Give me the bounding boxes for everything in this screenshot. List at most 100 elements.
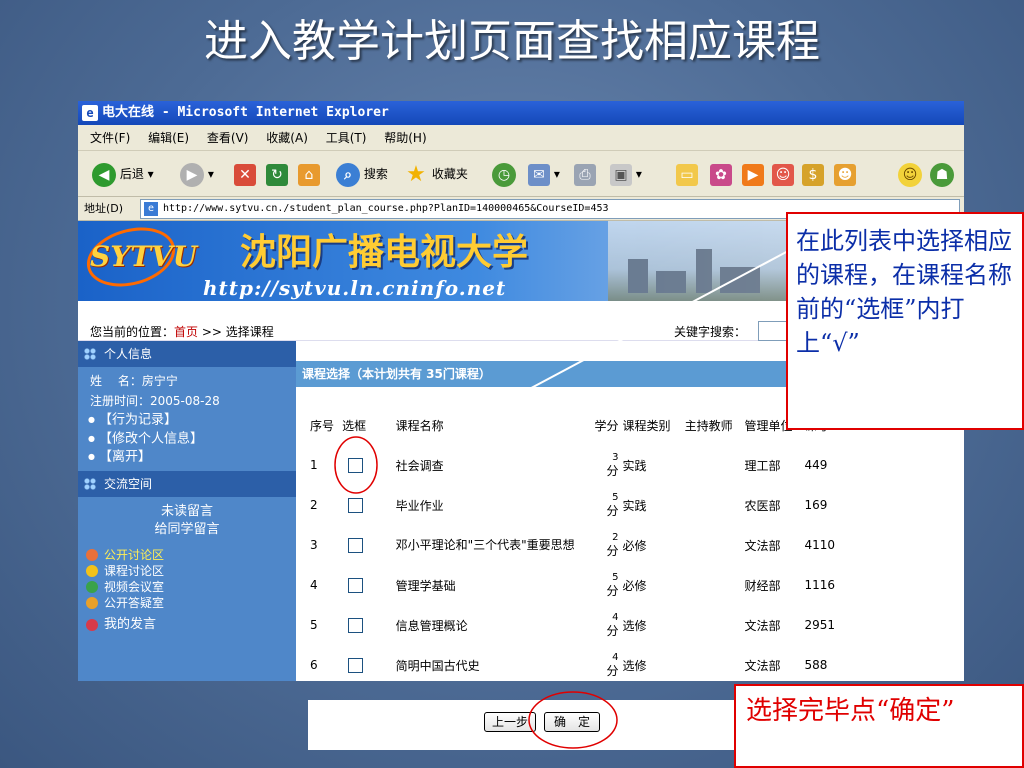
university-name: 沈阳广播电视大学 bbox=[240, 232, 529, 273]
course-dept: 文法部 bbox=[744, 658, 781, 673]
course-checkbox[interactable] bbox=[348, 457, 364, 473]
course-teacher bbox=[683, 525, 743, 565]
course-code: 169 bbox=[804, 498, 828, 512]
user-name: 姓 名：房宁宁 bbox=[90, 374, 178, 388]
table-row: 1 社会调查 3分 实践 理工部 449 bbox=[308, 445, 856, 485]
stop-button[interactable]: ✕ bbox=[234, 159, 256, 189]
folder-icon: ▭ bbox=[676, 163, 698, 186]
course-checkbox[interactable] bbox=[348, 497, 364, 513]
callout-confirm: 选择完毕点“确定” bbox=[734, 684, 1024, 768]
course-name: 邓小平理论和"三个代表"重要思想 bbox=[395, 537, 575, 552]
credit-value: 5 bbox=[612, 572, 619, 583]
row-no: 4 bbox=[310, 578, 318, 592]
unread-messages[interactable]: 未读留言 bbox=[78, 503, 296, 521]
my-posts[interactable]: 我的发言 bbox=[78, 617, 296, 633]
course-code: 449 bbox=[804, 458, 828, 472]
print-button[interactable]: ⎙ bbox=[574, 159, 596, 189]
forum-public-discussion[interactable]: 公开讨论区 bbox=[78, 547, 296, 563]
breadcrumb-home[interactable]: 首页 bbox=[174, 325, 198, 339]
forward-button[interactable]: ▶ ▾ bbox=[180, 159, 214, 189]
print-icon: ⎙ bbox=[574, 163, 596, 186]
course-table-area: 序号 选框 课程名称 学分 课程类别 主持教师 管理单位 课号 1 社会调查 3… bbox=[296, 387, 864, 681]
row-no: 5 bbox=[310, 618, 318, 632]
header-credit: 学分 bbox=[594, 418, 619, 433]
course-checkbox[interactable] bbox=[348, 617, 364, 633]
menu-tools[interactable]: 工具(T) bbox=[326, 131, 367, 145]
table-row: 3 邓小平理论和"三个代表"重要思想 2分 必修 文法部 4110 bbox=[308, 525, 856, 565]
course-dept: 财经部 bbox=[744, 578, 781, 593]
mail-button[interactable]: ✉ ▾ bbox=[528, 159, 560, 189]
forum-public-qa[interactable]: 公开答疑室 bbox=[78, 595, 296, 611]
course-checkbox[interactable] bbox=[348, 657, 364, 673]
row-no: 6 bbox=[310, 658, 318, 672]
chat-button[interactable]: ☺ bbox=[772, 159, 794, 189]
credit-value: 4 bbox=[612, 652, 619, 663]
window-title: 电大在线 - Microsoft Internet Explorer bbox=[102, 105, 389, 120]
money-button[interactable]: $ bbox=[802, 159, 824, 189]
table-row: 5 信息管理概论 4分 选修 文法部 2951 bbox=[308, 605, 856, 645]
menu-file[interactable]: 文件(F) bbox=[90, 131, 130, 145]
course-teacher bbox=[683, 485, 743, 525]
pet-button[interactable]: ☻ bbox=[834, 159, 856, 189]
menu-help[interactable]: 帮助(H) bbox=[384, 131, 426, 145]
course-code: 4110 bbox=[804, 538, 836, 552]
course-teacher bbox=[683, 445, 743, 485]
refresh-icon: ↻ bbox=[266, 163, 288, 186]
header-course-name: 课程名称 bbox=[395, 418, 444, 433]
register-date: 注册时间：2005-08-28 bbox=[90, 394, 220, 408]
edit-icon: ▣ bbox=[610, 163, 632, 186]
toolbar: ◀ 后退 ▾ ▶ ▾ ✕ ↻ ⌂ ⌕ 搜索 ★ 收藏夹 ◷ ✉ ▾ ⎙ ▣ ▾ … bbox=[78, 151, 964, 197]
credit-value: 4 bbox=[612, 612, 619, 623]
history-button[interactable]: ◷ bbox=[492, 159, 516, 189]
edit-button[interactable]: ▣ ▾ bbox=[610, 159, 642, 189]
breadcrumb: 您当前的位置：首页 >> 选择课程 bbox=[90, 325, 274, 339]
row-no: 2 bbox=[310, 498, 318, 512]
prev-step-button[interactable]: 上一步 bbox=[484, 712, 536, 732]
confirm-button[interactable]: 确 定 bbox=[544, 712, 600, 732]
favorites-button[interactable]: ★ 收藏夹 bbox=[404, 159, 468, 189]
slide-title: 进入教学计划页面查找相应课程 bbox=[204, 16, 820, 67]
sidebar: 个人信息 姓 名：房宁宁 注册时间：2005-08-28 【行为记录】 【修改个… bbox=[78, 341, 296, 681]
forum-course-discussion[interactable]: 课程讨论区 bbox=[78, 563, 296, 579]
address-label: 地址(D) bbox=[84, 202, 124, 215]
window-titlebar: e 电大在线 - Microsoft Internet Explorer bbox=[78, 101, 964, 125]
qa-icon bbox=[86, 596, 98, 609]
users-icon: ☗ bbox=[930, 162, 954, 187]
link-logout[interactable]: 【离开】 bbox=[78, 448, 296, 467]
leave-message[interactable]: 给同学留言 bbox=[78, 521, 296, 539]
back-arrow-icon: ◀ bbox=[92, 162, 116, 187]
messenger-button[interactable]: ✿ bbox=[710, 159, 732, 189]
smiley-button[interactable]: ☺ bbox=[898, 159, 922, 189]
forum-video-conference[interactable]: 视频会议室 bbox=[78, 579, 296, 595]
course-type: 选修 bbox=[622, 618, 647, 633]
course-name: 信息管理概论 bbox=[395, 618, 468, 633]
home-button[interactable]: ⌂ bbox=[298, 159, 320, 189]
refresh-button[interactable]: ↻ bbox=[266, 159, 288, 189]
menu-view[interactable]: 查看(V) bbox=[207, 131, 249, 145]
course-code: 1116 bbox=[804, 578, 836, 592]
back-button[interactable]: ◀ 后退 ▾ bbox=[92, 159, 154, 189]
course-dept: 理工部 bbox=[744, 458, 781, 473]
course-code: 2951 bbox=[804, 618, 836, 632]
link-behavior-record[interactable]: 【行为记录】 bbox=[78, 411, 296, 430]
table-header-row: 序号 选框 课程名称 学分 课程类别 主持教师 管理单位 课号 bbox=[308, 405, 856, 445]
link-edit-profile[interactable]: 【修改个人信息】 bbox=[78, 430, 296, 449]
breadcrumb-current: 选择课程 bbox=[225, 325, 274, 339]
course-code: 588 bbox=[804, 658, 828, 672]
menu-favorites[interactable]: 收藏(A) bbox=[266, 131, 308, 145]
credit-value: 2 bbox=[612, 532, 619, 543]
messenger-icon: ✿ bbox=[710, 163, 732, 186]
page-icon: e bbox=[144, 202, 158, 216]
address-url: http://www.sytvu.cn./student_plan_course… bbox=[163, 203, 609, 214]
course-checkbox[interactable] bbox=[348, 577, 364, 593]
header-teacher: 主持教师 bbox=[684, 418, 733, 433]
users-button[interactable]: ☗ bbox=[930, 159, 954, 189]
menu-edit[interactable]: 编辑(E) bbox=[148, 131, 189, 145]
header-select: 选框 bbox=[342, 418, 367, 433]
search-button[interactable]: ⌕ 搜索 bbox=[336, 159, 388, 189]
folder-button[interactable]: ▭ bbox=[676, 159, 698, 189]
media-button[interactable]: ▶ bbox=[742, 159, 764, 189]
course-checkbox[interactable] bbox=[348, 537, 364, 553]
media-icon: ▶ bbox=[742, 163, 764, 186]
credit-value: 3 bbox=[612, 452, 619, 463]
